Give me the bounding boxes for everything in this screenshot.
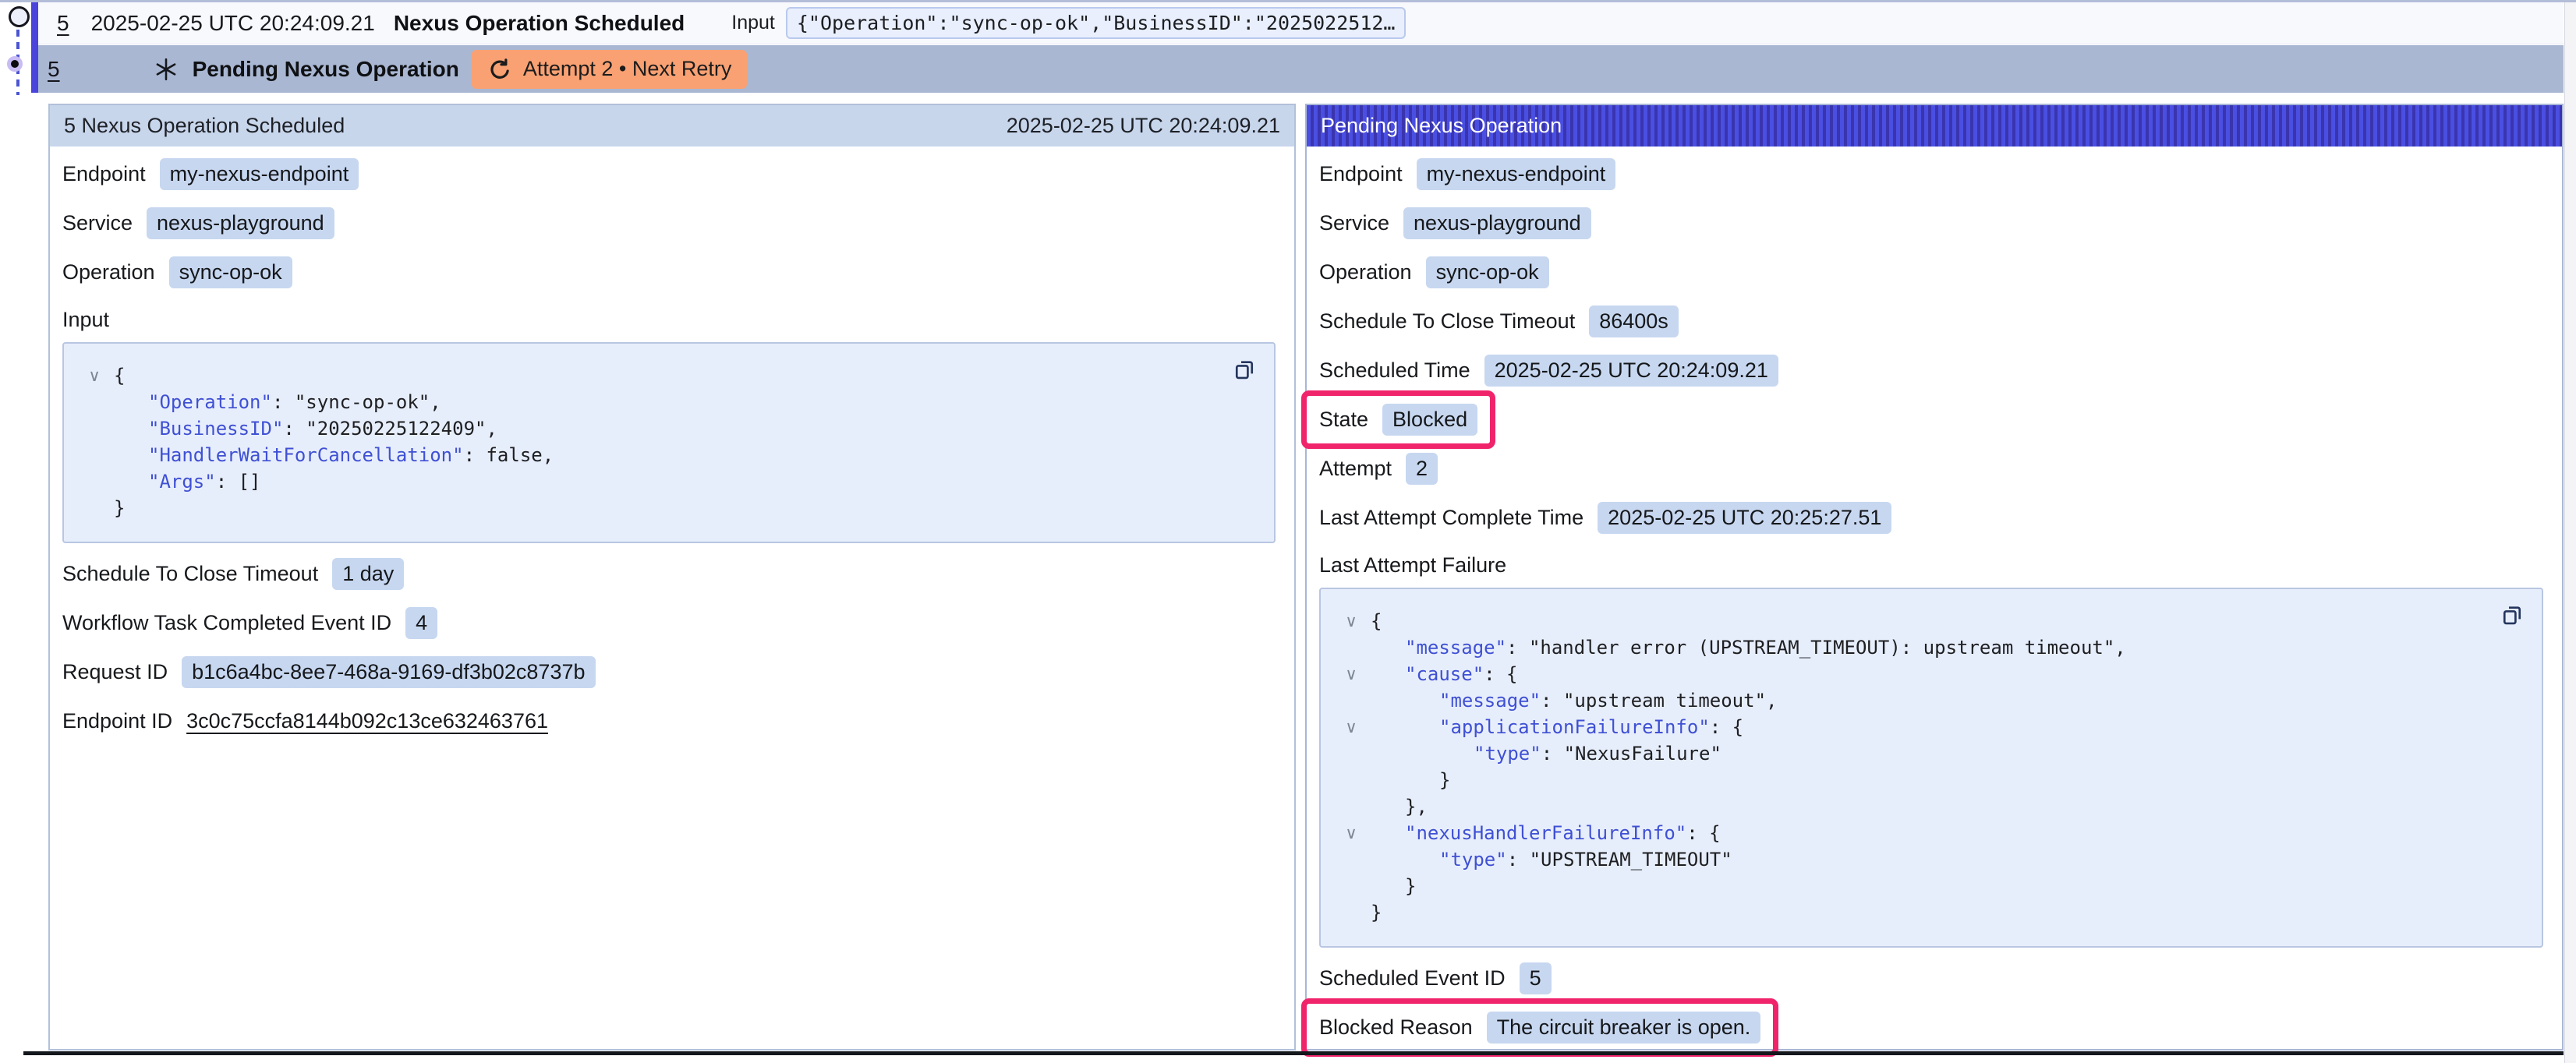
- field-row-operation: Operation sync-op-ok: [1319, 248, 2545, 297]
- field-row-operation: Operation sync-op-ok: [62, 248, 1277, 297]
- field-row-endpoint: Endpoint my-nexus-endpoint: [62, 150, 1277, 199]
- field-value-badge: 2025-02-25 UTC 20:24:09.21: [1484, 355, 1778, 387]
- event-detail-header: 5 Nexus Operation Scheduled 2025-02-25 U…: [50, 105, 1294, 147]
- chevron-down-icon: [75, 389, 114, 415]
- timeline-current-dot-icon: [7, 56, 23, 72]
- event-group-accent-bar: [31, 2, 38, 93]
- field-value-badge: sync-op-ok: [169, 256, 292, 288]
- scrollbar-track[interactable]: [2564, 2, 2576, 1063]
- field-row-service: Service nexus-playground: [62, 199, 1277, 248]
- chevron-down-icon: [75, 415, 114, 442]
- event-row-pending-selected[interactable]: 5 Pending Nexus Operation Attempt 2 • Ne…: [38, 45, 2564, 93]
- input-json-block: ∨{"Operation": "sync-op-ok","BusinessID"…: [62, 342, 1276, 543]
- chevron-down-icon: [1332, 899, 1371, 926]
- asterisk-icon: [154, 57, 179, 82]
- field-row-schedule-to-close: Schedule To Close Timeout 86400s: [1319, 297, 2545, 346]
- timeline-open-circle-icon: [9, 6, 30, 27]
- retry-badge-label: Attempt 2 • Next Retry: [523, 57, 732, 81]
- panel-title: 5 Nexus Operation Scheduled: [64, 114, 345, 138]
- temporal-event-history-screen: 5 2025-02-25 UTC 20:24:09.21 Nexus Opera…: [0, 0, 2576, 1063]
- field-value-badge: 2: [1406, 453, 1438, 485]
- field-value-badge: 5: [1520, 962, 1552, 994]
- chevron-down-icon[interactable]: ∨: [1332, 820, 1371, 846]
- state-value-badge: Blocked: [1382, 404, 1477, 436]
- pending-operation-header: Pending Nexus Operation: [1307, 105, 2562, 147]
- field-value-badge: b1c6a4bc-8ee7-468a-9169-df3b02c8737b: [182, 656, 595, 688]
- pending-title: Pending Nexus Operation: [193, 57, 459, 82]
- field-value-badge: sync-op-ok: [1426, 256, 1549, 288]
- chevron-down-icon: [75, 495, 114, 521]
- failure-json-block: ∨{"message": "handler error (UPSTREAM_TI…: [1319, 588, 2543, 948]
- event-row-scheduled[interactable]: 5 2025-02-25 UTC 20:24:09.21 Nexus Opera…: [38, 2, 2564, 44]
- chevron-down-icon[interactable]: ∨: [1332, 608, 1371, 634]
- chevron-down-icon[interactable]: ∨: [1332, 714, 1371, 740]
- event-detail-panel: 5 Nexus Operation Scheduled 2025-02-25 U…: [48, 104, 1296, 1051]
- field-value-badge: my-nexus-endpoint: [1417, 158, 1616, 190]
- event-timestamp: 2025-02-25 UTC 20:24:09.21: [91, 11, 375, 36]
- field-row-request-id: Request ID b1c6a4bc-8ee7-468a-9169-df3b0…: [62, 648, 1277, 697]
- copy-icon[interactable]: [2500, 602, 2526, 628]
- chevron-down-icon[interactable]: ∨: [1332, 661, 1371, 687]
- chevron-down-icon: [1332, 793, 1371, 820]
- chevron-down-icon: [75, 442, 114, 468]
- state-annotation-highlight: State Blocked: [1301, 390, 1495, 449]
- event-id-link[interactable]: 5: [57, 11, 69, 36]
- field-row-endpoint: Endpoint my-nexus-endpoint: [1319, 150, 2545, 199]
- field-value-badge: 4: [405, 607, 437, 639]
- panel-title: Pending Nexus Operation: [1321, 114, 1562, 138]
- endpoint-id-link[interactable]: 3c0c75ccfa8144b092c13ce632463761: [186, 709, 548, 733]
- field-row-service: Service nexus-playground: [1319, 199, 2545, 248]
- chevron-down-icon: [1332, 740, 1371, 767]
- chevron-down-icon[interactable]: ∨: [75, 362, 114, 389]
- field-row-scheduled-time: Scheduled Time 2025-02-25 UTC 20:24:09.2…: [1319, 346, 2545, 395]
- blocked-reason-annotation-highlight: Blocked Reason The circuit breaker is op…: [1301, 998, 1778, 1057]
- field-value-badge: nexus-playground: [1403, 207, 1591, 239]
- retry-status-badge: Attempt 2 • Next Retry: [472, 50, 748, 89]
- field-row-state: State Blocked: [1319, 395, 2545, 444]
- pending-operation-panel: Pending Nexus Operation Endpoint my-nexu…: [1305, 104, 2564, 1051]
- event-id-link[interactable]: 5: [48, 57, 60, 82]
- copy-icon[interactable]: [1232, 356, 1258, 383]
- panel-timestamp: 2025-02-25 UTC 20:24:09.21: [1007, 114, 1280, 138]
- input-label: Input: [731, 12, 775, 34]
- field-value-badge: 1 day: [332, 558, 404, 590]
- field-value-badge: 2025-02-25 UTC 20:25:27.51: [1598, 502, 1891, 534]
- chevron-down-icon: [1332, 767, 1371, 793]
- bottom-divider: [23, 1051, 2564, 1055]
- chevron-down-icon: [1332, 873, 1371, 899]
- field-row-attempt: Attempt 2: [1319, 444, 2545, 493]
- field-row-endpoint-id: Endpoint ID 3c0c75ccfa8144b092c13ce63246…: [62, 697, 1277, 746]
- input-section-label: Input: [62, 302, 1277, 337]
- field-value-badge: my-nexus-endpoint: [160, 158, 359, 190]
- field-row-last-attempt-complete: Last Attempt Complete Time 2025-02-25 UT…: [1319, 493, 2545, 542]
- field-row-scheduled-event-id: Scheduled Event ID 5: [1319, 954, 2545, 1003]
- input-preview-chip[interactable]: {"Operation":"sync-op-ok","BusinessID":"…: [786, 7, 1407, 39]
- chevron-down-icon: [1332, 846, 1371, 873]
- chevron-down-icon: [75, 468, 114, 495]
- field-value-badge: nexus-playground: [147, 207, 334, 239]
- event-title: Nexus Operation Scheduled: [394, 11, 685, 36]
- field-value-badge: 86400s: [1589, 305, 1679, 337]
- blocked-reason-value-badge: The circuit breaker is open.: [1487, 1012, 1761, 1044]
- field-row-schedule-to-close: Schedule To Close Timeout 1 day: [62, 549, 1277, 599]
- failure-section-label: Last Attempt Failure: [1319, 547, 2545, 583]
- chevron-down-icon: [1332, 687, 1371, 714]
- chevron-down-icon: [1332, 634, 1371, 661]
- retry-arrow-icon: [487, 57, 512, 82]
- field-row-blocked-reason: Blocked Reason The circuit breaker is op…: [1319, 1003, 2545, 1052]
- field-row-wft-completed-id: Workflow Task Completed Event ID 4: [62, 599, 1277, 648]
